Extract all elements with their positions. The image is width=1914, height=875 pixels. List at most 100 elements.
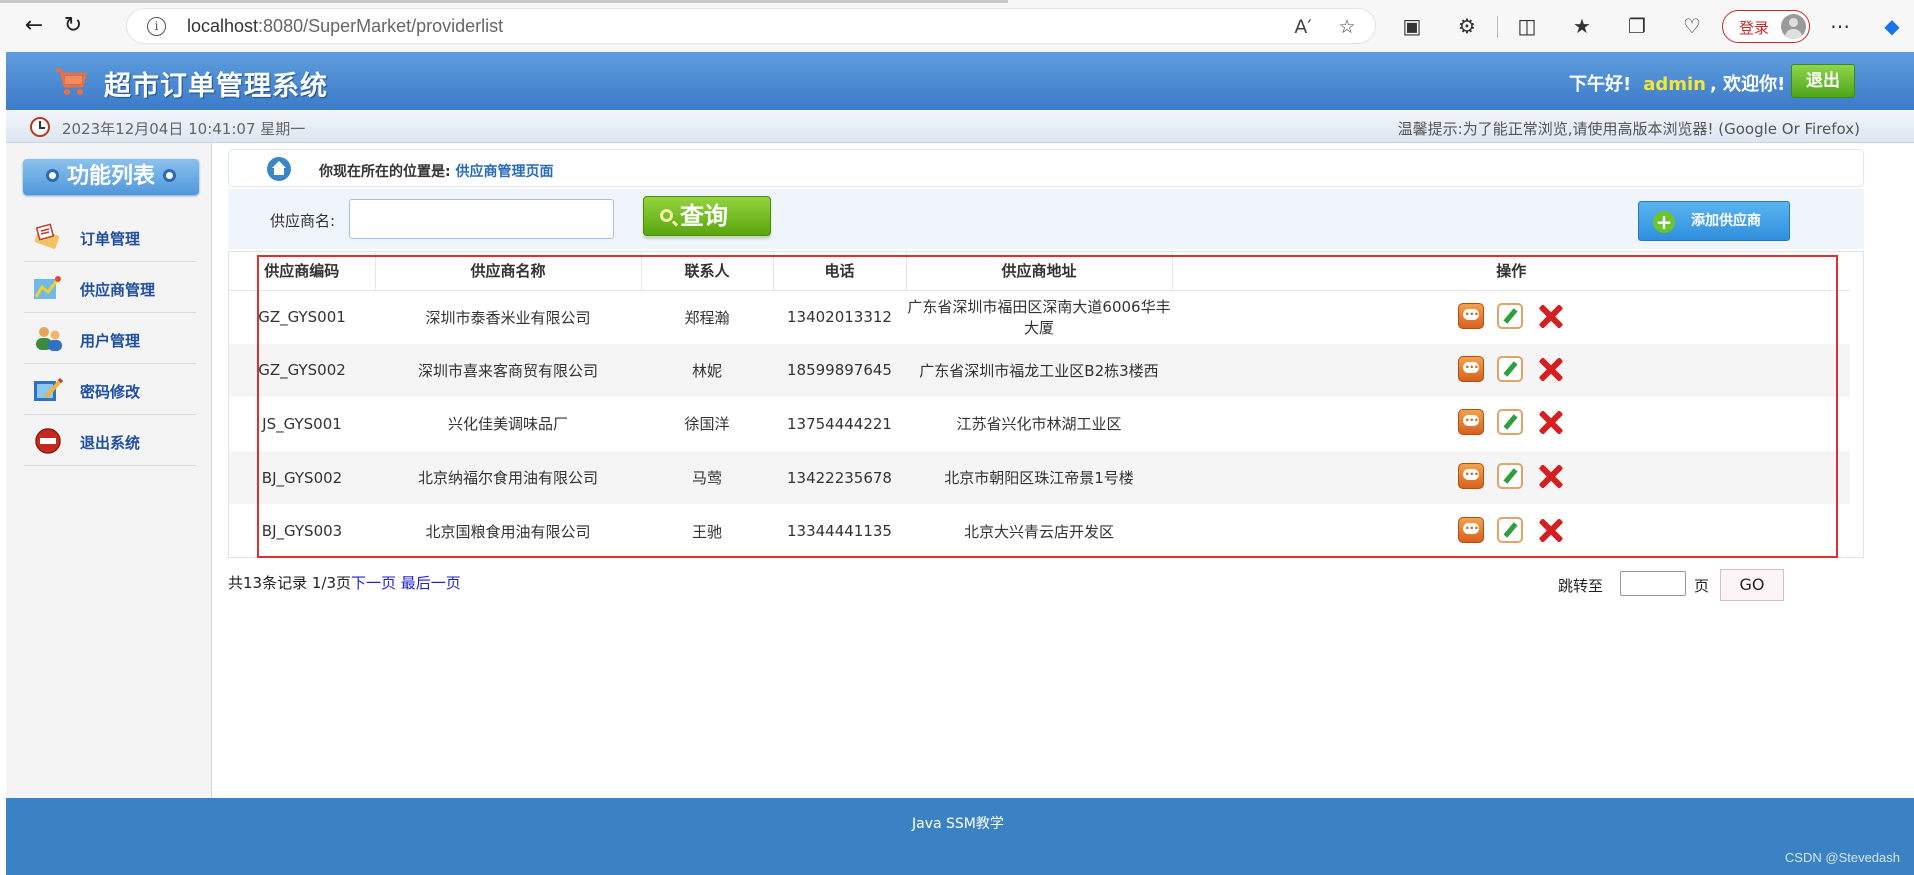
- delete-icon[interactable]: [1536, 516, 1564, 544]
- sidebar-item-label: 用户管理: [80, 332, 141, 350]
- back-arrow-icon[interactable]: ←: [18, 10, 50, 42]
- table-row: JS_GYS001 兴化佳美调味品厂 徐国洋 13754444221 江苏省兴化…: [229, 397, 1850, 451]
- bullet-icon: [45, 168, 59, 182]
- health-icon[interactable]: ♡: [1678, 12, 1706, 40]
- view-icon[interactable]: [1458, 302, 1484, 329]
- split-screen-icon[interactable]: ◫: [1513, 12, 1541, 40]
- edit-icon[interactable]: [1497, 302, 1523, 329]
- view-icon[interactable]: [1458, 516, 1484, 543]
- cell-code: BJ_GYS002: [229, 450, 375, 505]
- cell-contact: 马莺: [641, 450, 773, 505]
- cell-actions: [1172, 397, 1850, 451]
- cell-name: 深圳市泰香米业有限公司: [425, 308, 591, 327]
- cell-contact: 林妮: [641, 343, 773, 398]
- search-bar: 供应商名: 查询 + 添加供应商: [228, 189, 1864, 249]
- query-button[interactable]: 查询: [643, 196, 771, 236]
- delete-icon[interactable]: [1536, 408, 1564, 436]
- cell-name: 北京国粮食用油有限公司: [425, 522, 591, 541]
- cell-phone: 18599897645: [773, 343, 906, 398]
- login-label: 登录: [1739, 19, 1770, 37]
- sidebar-item-users[interactable]: 用户管理: [24, 313, 196, 364]
- collections-icon[interactable]: ❐: [1623, 12, 1651, 40]
- sidebar-item-label: 供应商管理: [80, 281, 156, 299]
- provider-icon: [34, 276, 61, 299]
- column-header: 供应商名称: [375, 252, 642, 291]
- url-text[interactable]: localhost:8080/SuperMarket/providerlist: [187, 16, 503, 37]
- app-title: 超市订单管理系统: [104, 71, 328, 102]
- clock-icon: [30, 117, 50, 137]
- cell-name: 兴化佳美调味品厂: [447, 415, 568, 434]
- address-bar[interactable]: i localhost:8080/SuperMarket/providerlis…: [126, 8, 1376, 44]
- greeting: 下午好! admin, 欢迎你!: [1569, 74, 1786, 95]
- cart-icon: [56, 68, 87, 95]
- footer-text: Java SSM教学: [912, 816, 1004, 832]
- cell-code: GZ_GYS002: [229, 343, 375, 398]
- cell-contact: 郑程瀚: [684, 308, 730, 327]
- cell-actions: [1172, 290, 1850, 344]
- cell-actions: [1172, 450, 1850, 505]
- home-icon: [267, 157, 291, 181]
- username: admin: [1643, 74, 1706, 95]
- extension-icon[interactable]: ▣: [1398, 12, 1426, 40]
- view-icon[interactable]: [1458, 463, 1484, 490]
- browser-toolbar: ← ↻ i localhost:8080/SuperMarket/provide…: [0, 0, 1914, 52]
- sidebar-item-password[interactable]: 密码修改: [24, 364, 196, 415]
- column-header: 电话: [773, 252, 907, 291]
- sidebar-item-label: 密码修改: [80, 383, 141, 401]
- cell-name: 北京纳福尔食用油有限公司: [375, 450, 641, 505]
- page-number-input[interactable]: [1620, 571, 1686, 596]
- sidebar-item-label: 订单管理: [80, 230, 141, 248]
- read-aloud-icon[interactable]: A′: [1291, 15, 1315, 39]
- plus-icon: +: [1653, 211, 1675, 233]
- table-row: GZ_GYS002 深圳市喜来客商贸有限公司 林妮 18599897645 广东…: [229, 343, 1850, 398]
- more-menu-icon[interactable]: ⋯: [1826, 12, 1854, 40]
- login-button[interactable]: 登录: [1722, 10, 1810, 43]
- sidebar: 功能列表 订单管理 供应商管理 用户管理 密码修改 退出系统: [6, 143, 212, 798]
- breadcrumb-current: 供应商管理页面: [455, 164, 554, 180]
- last-page-link[interactable]: 最后一页: [401, 574, 461, 592]
- edit-icon[interactable]: [1497, 409, 1523, 436]
- browser-tip: 温馨提示:为了能正常浏览,请使用高版本浏览器! (Google Or Firef…: [1397, 120, 1860, 138]
- delete-icon[interactable]: [1536, 462, 1564, 490]
- view-icon[interactable]: [1458, 355, 1484, 382]
- cell-phone: 13422235678: [773, 450, 906, 505]
- cell-phone: 13402013312: [787, 308, 892, 327]
- loading-bar: [0, 0, 1008, 3]
- edit-icon[interactable]: [1497, 516, 1523, 543]
- delete-icon[interactable]: [1536, 302, 1564, 330]
- go-button[interactable]: GO: [1720, 569, 1784, 601]
- sidebar-item-orders[interactable]: 订单管理: [24, 211, 196, 262]
- puzzle-icon[interactable]: ⚙: [1453, 12, 1481, 40]
- view-icon[interactable]: [1458, 409, 1484, 436]
- footer: Java SSM教学 CSDN @Stevedash: [6, 798, 1914, 875]
- cell-name: 深圳市喜来客商贸有限公司: [375, 343, 641, 398]
- favorites-icon[interactable]: ★: [1568, 12, 1596, 40]
- provider-name-input[interactable]: [349, 199, 614, 239]
- cell-address: 北京市朝阳区珠江帝景1号楼: [906, 450, 1172, 505]
- edit-icon[interactable]: [1497, 463, 1523, 490]
- delete-icon[interactable]: [1536, 355, 1564, 383]
- cell-code: JS_GYS001: [262, 414, 342, 433]
- breadcrumb-text: 你现在所在的位置是: 供应商管理页面: [319, 164, 554, 180]
- add-provider-button[interactable]: + 添加供应商: [1638, 201, 1790, 241]
- sidebar-item-exit[interactable]: 退出系统: [24, 415, 196, 466]
- cell-actions: [1172, 343, 1850, 398]
- provider-table: 供应商编码 供应商名称 联系人 电话 供应商地址 操作 GZ_GYS001 深圳…: [228, 251, 1864, 558]
- cell-address: 北京大兴青云店开发区: [963, 522, 1114, 541]
- table-row: GZ_GYS001 深圳市泰香米业有限公司 郑程瀚 13402013312 广东…: [229, 290, 1850, 344]
- jump-label: 跳转至: [1558, 577, 1604, 595]
- info-icon[interactable]: i: [147, 17, 166, 36]
- favorite-star-icon[interactable]: ☆: [1335, 15, 1359, 39]
- logout-button[interactable]: 退出: [1791, 64, 1855, 98]
- sidebar-item-label: 退出系统: [80, 434, 141, 452]
- search-icon: [660, 209, 673, 222]
- refresh-icon[interactable]: ↻: [57, 10, 89, 42]
- cell-actions: [1172, 504, 1850, 558]
- next-page-link[interactable]: 下一页: [351, 574, 396, 592]
- copilot-icon[interactable]: ◆: [1878, 12, 1906, 40]
- cell-phone: 13344441135: [787, 522, 892, 541]
- edit-icon[interactable]: [1497, 355, 1523, 382]
- sidebar-item-providers[interactable]: 供应商管理: [24, 262, 196, 313]
- app-header: 超市订单管理系统 下午好! admin, 欢迎你! 退出: [6, 52, 1914, 110]
- cell-phone: 13754444221: [787, 414, 892, 433]
